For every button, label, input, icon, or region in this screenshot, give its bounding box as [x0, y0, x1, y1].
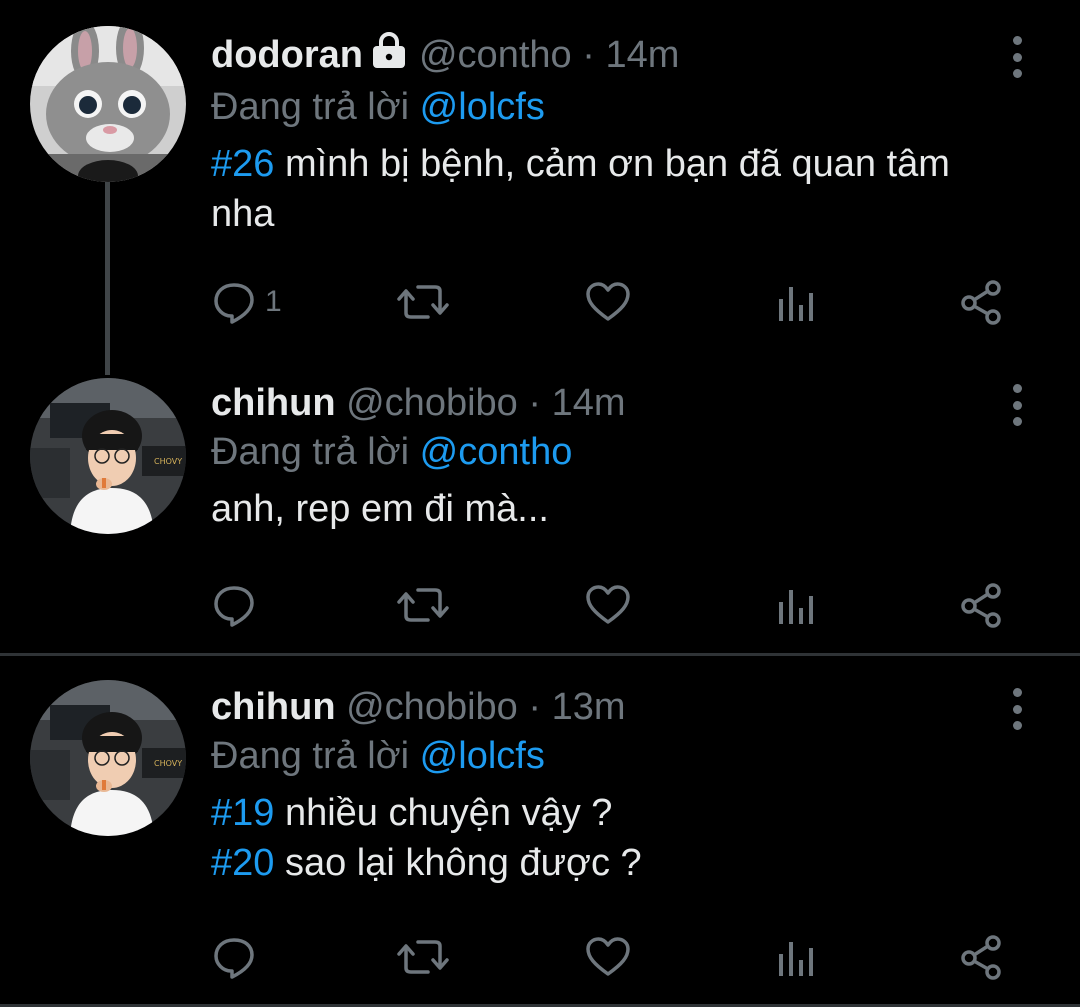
- svg-text:CHOVY: CHOVY: [154, 759, 182, 768]
- more-options-button[interactable]: [1002, 380, 1032, 430]
- separator-dot: ·: [582, 34, 595, 76]
- retweet-button[interactable]: [396, 277, 450, 327]
- person-photo-avatar: CHOVY: [30, 680, 186, 836]
- tweet-content: chihun @chobibo · 13m Đang trả lời @lolc…: [211, 684, 1020, 888]
- reply-count: 1: [265, 285, 282, 318]
- replying-to: Đang trả lời @lolcfs: [211, 81, 1020, 133]
- heart-icon: [586, 282, 630, 321]
- user-handle[interactable]: @contho: [419, 34, 572, 76]
- tweet-text-fragment: sao lại không được ?: [274, 842, 642, 884]
- rabbit-mascot-avatar: [30, 26, 186, 182]
- heart-icon: [586, 585, 630, 624]
- more-options-icon-dot: [1012, 704, 1022, 714]
- tweet-header: chihun @chobibo · 13m: [211, 684, 1020, 730]
- analytics-button[interactable]: [776, 277, 816, 327]
- reply-button[interactable]: [211, 580, 265, 630]
- share-button[interactable]: [959, 580, 1005, 630]
- tweet-text: anh, rep em đi mà...: [211, 484, 1020, 534]
- lock-icon: [369, 32, 409, 81]
- separator-dot: ·: [528, 382, 542, 424]
- analytics-icon: [779, 942, 813, 976]
- tweet-text-line: #20 sao lại không được ?: [211, 838, 1020, 888]
- share-button[interactable]: [959, 932, 1005, 982]
- more-options-button[interactable]: [1002, 32, 1032, 82]
- more-options-icon-dot: [1012, 52, 1022, 62]
- like-button[interactable]: [584, 932, 632, 982]
- hashtag[interactable]: #26: [211, 143, 274, 185]
- reply-button[interactable]: 1: [211, 277, 282, 327]
- timestamp[interactable]: 14m: [552, 382, 626, 424]
- avatar[interactable]: [30, 26, 186, 182]
- display-name[interactable]: chihun: [211, 382, 336, 424]
- retweet-icon: [397, 940, 449, 974]
- retweet-icon: [397, 285, 449, 319]
- replying-to-label: Đang trả lời: [211, 86, 410, 128]
- tweet-text: #26 mình bị bệnh, cảm ơn bạn đã quan tâm…: [211, 139, 1020, 239]
- reply-icon: [214, 938, 254, 979]
- tweet-actions: [211, 580, 1021, 630]
- tweet-header: dodoran @contho · 14m: [211, 32, 1020, 81]
- retweet-button[interactable]: [396, 580, 450, 630]
- more-options-icon: [1012, 36, 1022, 45]
- like-button[interactable]: [584, 580, 632, 630]
- person-photo-avatar: CHOVY: [30, 378, 186, 534]
- user-handle[interactable]: @chobibo: [346, 686, 518, 728]
- analytics-icon: [779, 590, 813, 624]
- more-options-icon-dot: [1012, 400, 1022, 410]
- timestamp[interactable]: 14m: [605, 34, 679, 76]
- display-name[interactable]: chihun: [211, 686, 336, 728]
- tweet[interactable]: dodoran @contho · 14m Đang trả lời @lolcf…: [0, 0, 1080, 375]
- analytics-icon: [779, 287, 813, 321]
- more-options-icon: [1012, 384, 1022, 393]
- replying-to-mention[interactable]: @lolcfs: [420, 86, 545, 128]
- tweet-actions: 1: [211, 277, 1021, 327]
- retweet-icon: [397, 588, 449, 622]
- analytics-button[interactable]: [776, 580, 816, 630]
- more-options-icon-dot: [1012, 721, 1022, 730]
- reply-button[interactable]: [211, 932, 265, 982]
- tweet-header: chihun @chobibo · 14m: [211, 380, 1020, 426]
- share-button[interactable]: [959, 277, 1005, 327]
- share-icon: [961, 935, 1001, 980]
- tweet-text-line: mình bị bệnh, cảm ơn bạn đã quan tâm nha: [211, 143, 950, 235]
- share-icon: [961, 583, 1001, 628]
- more-options-icon-dot: [1012, 69, 1022, 78]
- tweet-text-fragment: nhiều chuyện vậy ?: [274, 792, 613, 834]
- hashtag[interactable]: #20: [211, 842, 274, 884]
- svg-text:CHOVY: CHOVY: [154, 457, 182, 466]
- tweet-feed: dodoran @contho · 14m Đang trả lời @lolcf…: [0, 0, 1080, 1007]
- tweet-text: #19 nhiều chuyện vậy ? #20 sao lại không…: [211, 788, 1020, 888]
- more-options-button[interactable]: [1002, 684, 1032, 734]
- avatar[interactable]: CHOVY: [30, 680, 186, 836]
- tweet[interactable]: CHOVY chihun @chobibo · 13m Đang trả lời…: [0, 656, 1080, 1007]
- tweet-actions: [211, 932, 1021, 982]
- tweet[interactable]: CHOVY chihun @chobibo · 14m Đang trả lời…: [0, 375, 1080, 653]
- display-name[interactable]: dodoran: [211, 34, 363, 76]
- timestamp[interactable]: 13m: [552, 686, 626, 728]
- reply-icon: [214, 586, 254, 627]
- tweet-content: chihun @chobibo · 14m Đang trả lời @cont…: [211, 380, 1020, 534]
- separator-dot: ·: [528, 686, 542, 728]
- more-options-icon: [1012, 688, 1022, 697]
- retweet-button[interactable]: [396, 932, 450, 982]
- replying-to-label: Đang trả lời: [211, 735, 410, 777]
- heart-icon: [586, 937, 630, 976]
- tweet-content: dodoran @contho · 14m Đang trả lời @lolcf…: [211, 32, 1020, 239]
- more-options-icon-dot: [1012, 417, 1022, 426]
- replying-to-label: Đang trả lời: [211, 431, 410, 473]
- avatar[interactable]: CHOVY: [30, 378, 186, 534]
- tweet-text-line: anh, rep em đi mà...: [211, 488, 549, 530]
- analytics-button[interactable]: [776, 932, 816, 982]
- replying-to-mention[interactable]: @contho: [420, 431, 573, 473]
- replying-to-mention[interactable]: @lolcfs: [420, 735, 545, 777]
- thread-connector: [105, 180, 110, 375]
- hashtag[interactable]: #19: [211, 792, 274, 834]
- replying-to: Đang trả lời @lolcfs: [211, 730, 1020, 782]
- replying-to: Đang trả lời @contho: [211, 426, 1020, 478]
- share-icon: [961, 280, 1001, 325]
- reply-icon: [214, 283, 254, 324]
- user-handle[interactable]: @chobibo: [346, 382, 518, 424]
- like-button[interactable]: [584, 277, 632, 327]
- tweet-text-line: #19 nhiều chuyện vậy ?: [211, 788, 1020, 838]
